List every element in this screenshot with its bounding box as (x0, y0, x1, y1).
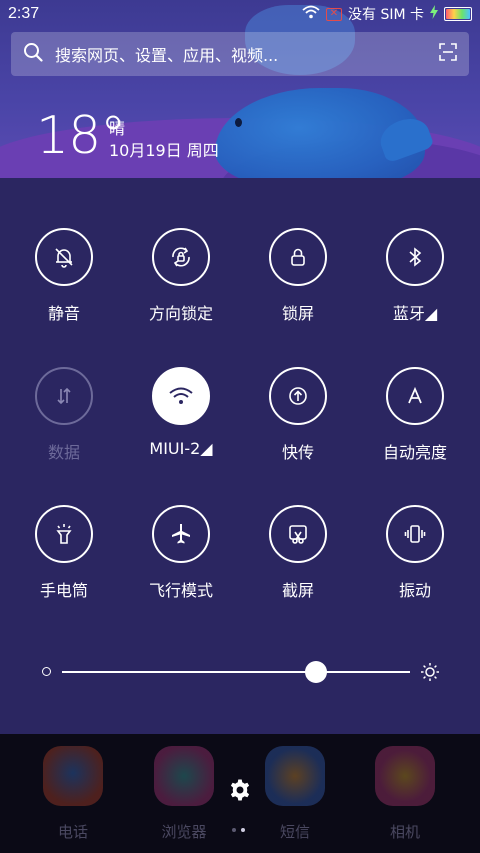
toggle-lock-screen[interactable]: 锁屏 (238, 228, 358, 324)
toggle-label: 飞行模式 (148, 581, 213, 600)
camera-app-icon[interactable] (375, 746, 435, 806)
brightness-track[interactable] (62, 671, 410, 673)
toggle-bluetooth[interactable]: 蓝牙◢ (355, 228, 475, 324)
weather-condition: 晴 (109, 119, 126, 138)
scan-icon[interactable] (439, 43, 457, 65)
status-time: 2:37 (8, 5, 40, 22)
dock-app-label: 浏览器 (161, 823, 207, 841)
toggle-wifi[interactable]: MIUI-2◢ (121, 367, 241, 458)
brightness-low-icon (42, 667, 51, 676)
charging-icon (430, 5, 438, 23)
page-dot-active (241, 828, 245, 832)
toggle-label: 快传 (281, 443, 314, 462)
phone-app-icon[interactable] (43, 746, 103, 806)
screenshot-icon[interactable] (269, 505, 327, 563)
toggle-label: 手电筒 (39, 581, 88, 600)
battery-level (446, 9, 470, 19)
toggle-vibrate[interactable]: 振动 (355, 505, 475, 601)
toggle-quick-transfer[interactable]: 快传 (238, 367, 358, 463)
messages-app-icon[interactable] (265, 746, 325, 806)
flashlight-icon[interactable] (35, 505, 93, 563)
bluetooth-icon[interactable] (386, 228, 444, 286)
brightness-slider[interactable] (40, 660, 440, 684)
toggle-label: 自动亮度 (382, 443, 447, 462)
dock-app-messages[interactable]: 短信 (245, 746, 345, 842)
toggle-label: 振动 (398, 581, 431, 600)
no-sim-icon: ✕ (326, 7, 342, 21)
toggle-airplane-mode[interactable]: 飞行模式 (121, 505, 241, 601)
search-bar[interactable]: 搜索网页、设置、应用、视频... (11, 32, 469, 76)
carrier-text: 没有 SIM 卡 (348, 7, 424, 23)
brightness-high-icon (420, 662, 440, 686)
toggle-mobile-data[interactable]: 数据 (4, 367, 124, 463)
data-arrows-icon[interactable] (35, 367, 93, 425)
airplane-icon[interactable] (152, 505, 210, 563)
weather-date: 10月19日 周四 (109, 141, 219, 160)
dock-app-browser[interactable]: 浏览器 (134, 746, 234, 842)
dock-app-camera[interactable]: 相机 (355, 746, 455, 842)
page-indicator (232, 828, 245, 832)
quick-settings-panel: 静音 方向锁定 锁屏 蓝牙◢ 数据 MIUI-2◢ 快传 自动亮度 手电筒 飞行… (0, 178, 480, 734)
bell-off-icon[interactable] (35, 228, 93, 286)
status-icons: ✕ 没有 SIM 卡 (302, 4, 472, 24)
dock-app-label: 相机 (389, 823, 420, 841)
home-dock: 电话 浏览器 短信 相机 (0, 734, 480, 853)
status-bar: 2:37 ✕ 没有 SIM 卡 (0, 0, 480, 28)
dock-app-label: 短信 (279, 823, 310, 841)
vibrate-icon[interactable] (386, 505, 444, 563)
brightness-thumb[interactable] (305, 661, 328, 683)
wifi-status-icon (302, 5, 320, 23)
page-dot (232, 828, 236, 832)
search-icon (23, 42, 43, 66)
toggle-label: 蓝牙◢ (392, 304, 438, 323)
rotation-lock-icon[interactable] (152, 228, 210, 286)
dock-app-label: 电话 (57, 823, 88, 841)
battery-icon (444, 7, 472, 21)
browser-app-icon[interactable] (154, 746, 214, 806)
toggle-label: MIUI-2◢ (149, 439, 213, 458)
toggle-auto-brightness[interactable]: 自动亮度 (355, 367, 475, 463)
header-artwork-whale-eye (235, 118, 242, 127)
toggle-label: 数据 (47, 443, 80, 462)
search-input[interactable]: 搜索网页、设置、应用、视频... (55, 42, 439, 66)
notification-header: 2:37 ✕ 没有 SIM 卡 搜索网页、设置、应用、视频... 18° 晴 1… (0, 0, 480, 178)
quick-transfer-icon[interactable] (269, 367, 327, 425)
toggle-label: 截屏 (281, 581, 314, 600)
toggle-rotation-lock[interactable]: 方向锁定 (121, 228, 241, 324)
toggle-label: 锁屏 (281, 304, 314, 323)
auto-brightness-icon[interactable] (386, 367, 444, 425)
settings-gear-icon[interactable] (228, 778, 252, 806)
wifi-icon[interactable] (152, 367, 210, 425)
dock-app-phone[interactable]: 电话 (23, 746, 123, 842)
toggle-screenshot[interactable]: 截屏 (238, 505, 358, 601)
lock-icon[interactable] (269, 228, 327, 286)
toggle-label: 静音 (47, 304, 80, 323)
toggle-label: 方向锁定 (148, 304, 213, 323)
toggle-silent[interactable]: 静音 (4, 228, 124, 324)
toggle-flashlight[interactable]: 手电筒 (4, 505, 124, 601)
